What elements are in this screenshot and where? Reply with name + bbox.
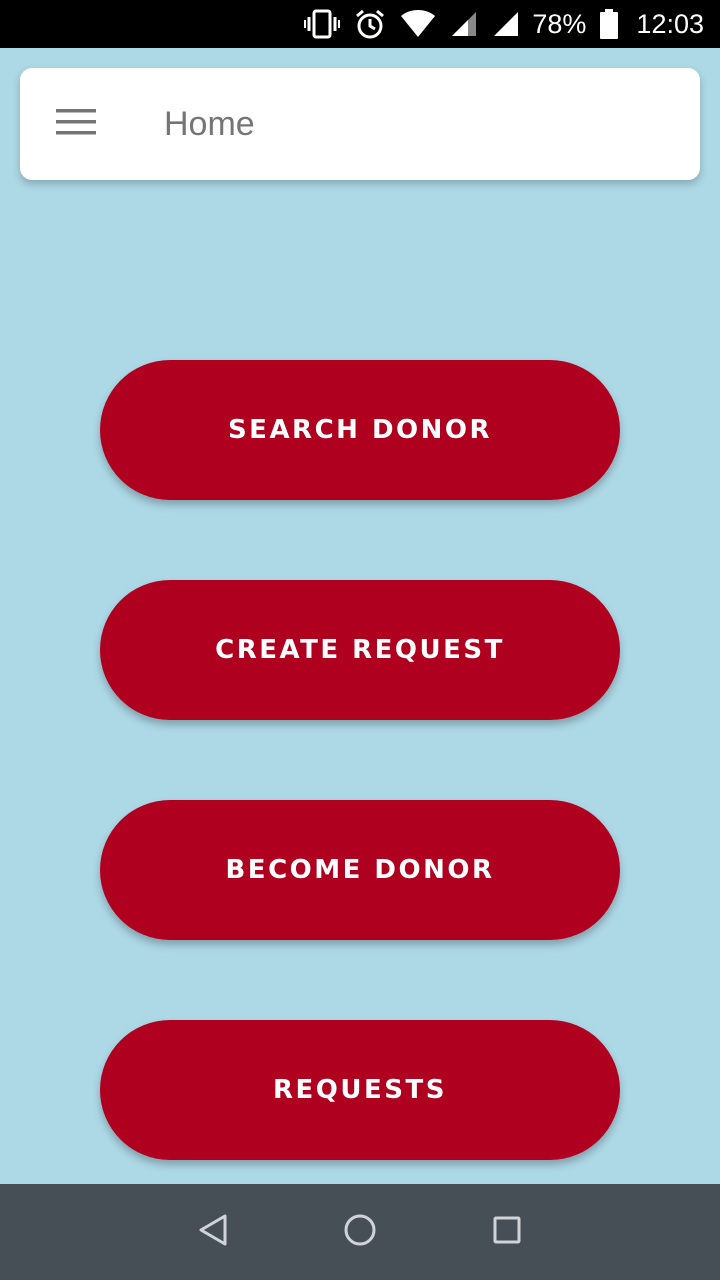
page-title: Home [164,104,255,143]
clock: 12:03 [636,8,704,39]
wifi-icon [400,9,436,39]
hamburger-menu-icon [56,108,96,141]
top-app-bar: Home [20,68,700,180]
app-content: Home SEARCH DONOR CREATE REQUEST BECOME … [0,48,720,1184]
home-button[interactable] [330,1202,390,1262]
navigation-bar [0,1184,720,1280]
become-donor-button[interactable]: BECOME DONOR [100,800,620,940]
recents-icon [492,1215,522,1250]
alarm-icon [354,8,386,40]
requests-button[interactable]: REQUESTS [100,1020,620,1160]
create-request-button[interactable]: CREATE REQUEST [100,580,620,720]
battery-percentage: 78% [532,8,587,39]
vibrate-icon [304,8,341,40]
battery-icon [600,9,619,39]
status-bar: 78% 12:03 [0,0,720,48]
search-donor-button[interactable]: SEARCH DONOR [100,360,620,500]
back-button[interactable] [183,1202,243,1262]
recents-button[interactable] [477,1202,537,1262]
back-icon [198,1213,228,1252]
menu-button[interactable] [20,68,132,180]
signal-icon [492,10,520,38]
signal-icon [450,10,478,38]
home-icon [343,1213,377,1252]
